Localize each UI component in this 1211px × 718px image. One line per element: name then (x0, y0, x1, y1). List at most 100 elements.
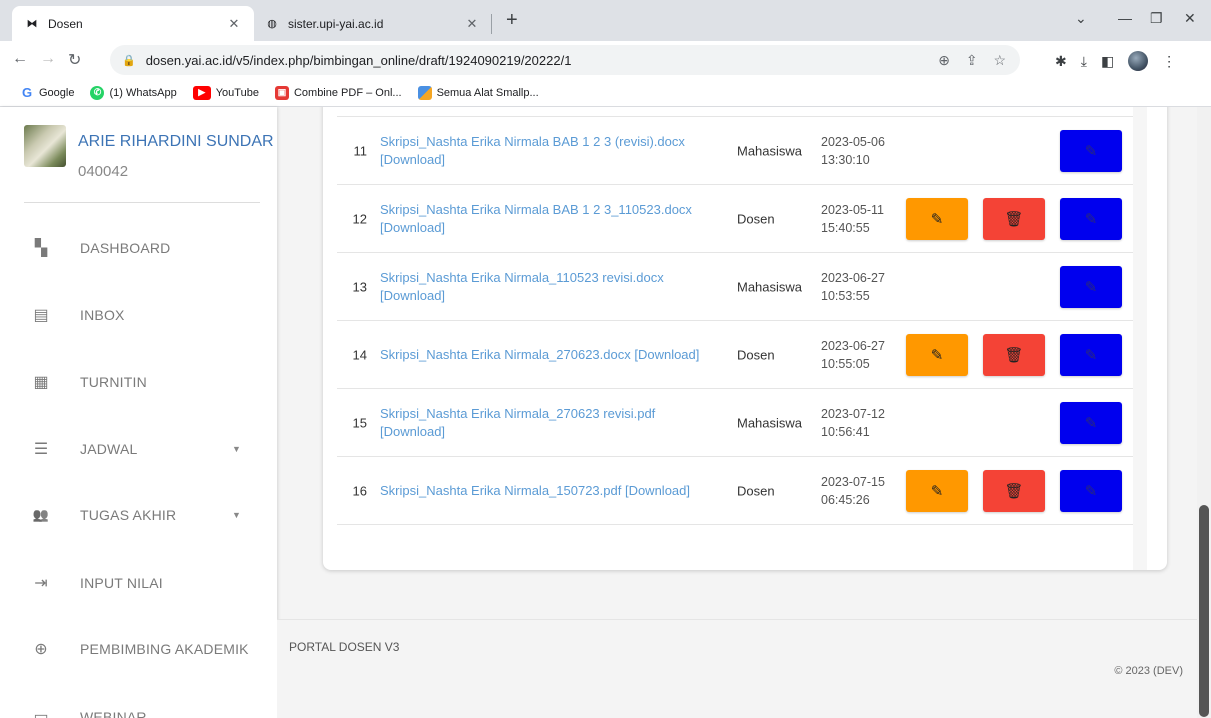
row-number: 16 (352, 483, 367, 498)
academic-icon: ⊕ (34, 641, 48, 658)
pencil-icon: ✎ (1084, 415, 1098, 432)
table-row: 15 Skripsi_Nashta Erika Nirmala_270623 r… (337, 389, 1147, 457)
file-link[interactable]: Skripsi_Nashta Erika Nirmala_150723.pdf … (380, 482, 720, 500)
close-icon[interactable]: ✕ (226, 16, 242, 32)
user-id: 040042 (78, 163, 129, 180)
row-number: 14 (352, 347, 367, 362)
sidebar-item-turnitin[interactable]: ▦ TURNITIN (0, 362, 277, 402)
webinar-icon: ▭ (33, 709, 49, 718)
file-link[interactable]: Skripsi_Nashta Erika Nirmala BAB 1 2 3 (… (380, 133, 720, 169)
action-button[interactable]: ✎ (1060, 470, 1122, 512)
download-icon[interactable]: ⤓ (1081, 53, 1087, 70)
sidebar-item-jadwal[interactable]: ☰ JADWAL ▼ (0, 429, 277, 469)
url-text[interactable]: dosen.yai.ac.id/v5/index.php/bimbingan_o… (146, 53, 572, 68)
new-tab-icon[interactable]: + (506, 10, 518, 30)
action-button[interactable]: ✎ (1060, 402, 1122, 444)
edit-button[interactable]: ✎ (906, 198, 968, 240)
share-icon[interactable]: ⇪ (966, 52, 978, 68)
table-vertical-scrollbar[interactable]: ▼ (1133, 107, 1147, 570)
sidebar-item-webinar[interactable]: ▭ WEBINAR (0, 697, 277, 718)
table-row: 16 Skripsi_Nashta Erika Nirmala_150723.p… (337, 457, 1147, 525)
forward-icon[interactable]: → (40, 50, 56, 68)
sidebar-item-tugas-akhir[interactable]: 👥 TUGAS AKHIR ▼ (0, 495, 277, 535)
action-button[interactable]: ✎ (1060, 130, 1122, 172)
trash-icon: 🗑 (1004, 483, 1024, 500)
tab-dosen[interactable]: ⧓ Dosen ✕ (12, 6, 254, 41)
sidebar-item-label: INPUT NILAI (80, 575, 163, 591)
sidebar-item-label: WEBINAR (80, 709, 147, 718)
footer-copyright: © 2023 (DEV) (1114, 665, 1183, 677)
page-scrollbar-thumb[interactable] (1199, 505, 1209, 717)
bookmark-combine-pdf[interactable]: ▣ Combine PDF – Onl... (274, 85, 402, 100)
tab-search-icon[interactable]: ⌄ (1075, 10, 1087, 27)
edit-button[interactable]: ✎ (906, 470, 968, 512)
sidebar-item-pembimbing-akademik[interactable]: ⊕ PEMBIMBING AKADEMIK (0, 629, 277, 669)
uploader-role: Dosen (737, 483, 775, 498)
globe-icon: ◍ (267, 18, 277, 30)
address-bar[interactable]: 🔒 dosen.yai.ac.id/v5/index.php/bimbingan… (110, 45, 1020, 75)
sidebar-item-label: TURNITIN (80, 374, 147, 390)
pdf-icon: ▣ (274, 85, 289, 100)
dosen-favicon-icon: ⧓ (26, 18, 38, 30)
sidepanel-icon[interactable]: ◧ (1101, 53, 1114, 70)
user-name[interactable]: ARIE RIHARDINI SUNDAR (78, 133, 274, 151)
bookmark-youtube[interactable]: ▶ YouTube (192, 85, 259, 100)
table-row: 12 Skripsi_Nashta Erika Nirmala BAB 1 2 … (337, 185, 1147, 253)
row-number: 15 (352, 415, 367, 430)
bookmark-google[interactable]: G Google (20, 85, 75, 100)
extensions-icon[interactable]: ✱ (1055, 53, 1067, 70)
draft-table: 11 Skripsi_Nashta Erika Nirmala BAB 1 2 … (337, 107, 1147, 539)
back-icon[interactable]: ← (12, 50, 28, 68)
browser-tabbar: ⧓ Dosen ✕ ◍ sister.upi-yai.ac.id ✕ + ⌄ —… (0, 0, 1211, 41)
youtube-icon: ▶ (192, 85, 211, 100)
footer-portal-name: PORTAL DOSEN V3 (289, 640, 400, 654)
reload-icon[interactable]: ↻ (68, 50, 81, 70)
upload-timestamp: 2023-06-27 10:55:05 (821, 338, 885, 371)
row-number: 11 (353, 143, 368, 158)
turnitin-icon: ▦ (33, 374, 49, 391)
delete-button[interactable]: 🗑 (983, 334, 1045, 376)
sidebar-item-label: DASHBOARD (80, 240, 171, 256)
caret-down-icon: ▼ (232, 510, 241, 520)
upload-timestamp: 2023-06-27 10:53:55 (821, 270, 885, 303)
edit-button[interactable]: ✎ (906, 334, 968, 376)
avatar[interactable] (24, 125, 66, 167)
table-row (337, 107, 1147, 117)
upload-timestamp: 2023-07-12 10:56:41 (821, 406, 885, 439)
table-row: 14 Skripsi_Nashta Erika Nirmala_270623.d… (337, 321, 1147, 389)
smallpdf-icon (417, 85, 432, 100)
pencil-icon: ✎ (1084, 279, 1098, 296)
bookmark-star-icon[interactable]: ☆ (993, 52, 1006, 68)
zoom-icon[interactable]: ⊕ (938, 52, 950, 68)
delete-button[interactable]: 🗑 (983, 470, 1045, 512)
file-link[interactable]: Skripsi_Nashta Erika Nirmala_110523 revi… (380, 269, 720, 305)
window-close-icon[interactable]: ✕ (1184, 10, 1196, 27)
minimize-icon[interactable]: — (1118, 10, 1132, 26)
action-button[interactable]: ✎ (1060, 198, 1122, 240)
sidebar-item-inbox[interactable]: ▤ INBOX (0, 295, 277, 335)
pencil-icon: ✎ (1084, 143, 1098, 160)
sidebar-item-dashboard[interactable]: ▚ DASHBOARD (0, 228, 277, 268)
file-link[interactable]: Skripsi_Nashta Erika Nirmala_270623 revi… (380, 405, 720, 441)
page-scrollbar[interactable] (1197, 107, 1211, 718)
delete-button[interactable]: 🗑 (983, 198, 1045, 240)
profile-avatar[interactable] (1128, 51, 1149, 71)
sidebar-item-label: JADWAL (80, 441, 138, 457)
close-icon[interactable]: ✕ (464, 16, 480, 32)
table-row: 13 Skripsi_Nashta Erika Nirmala_110523 r… (337, 253, 1147, 321)
bookmark-whatsapp[interactable]: ✆ (1) WhatsApp (90, 85, 177, 100)
restore-icon[interactable]: ❐ (1150, 10, 1163, 27)
pencil-icon: ✎ (930, 211, 944, 228)
file-link[interactable]: Skripsi_Nashta Erika Nirmala BAB 1 2 3_1… (380, 201, 720, 237)
google-icon: G (21, 85, 33, 100)
sidebar-item-input-nilai[interactable]: ⇥ INPUT NILAI (0, 563, 277, 603)
file-link[interactable]: Skripsi_Nashta Erika Nirmala_270623.docx… (380, 346, 720, 364)
bookmark-smallpdf[interactable]: Semua Alat Smallp... (417, 85, 539, 100)
action-button[interactable]: ✎ (1060, 266, 1122, 308)
trash-icon: 🗑 (1004, 347, 1024, 364)
tab-sister[interactable]: ◍ sister.upi-yai.ac.id ✕ (252, 6, 492, 41)
group-icon: 👥 (32, 507, 50, 522)
action-button[interactable]: ✎ (1060, 334, 1122, 376)
menu-kebab-icon[interactable]: ⋮ (1162, 53, 1176, 70)
draft-card: 11 Skripsi_Nashta Erika Nirmala BAB 1 2 … (323, 107, 1167, 570)
